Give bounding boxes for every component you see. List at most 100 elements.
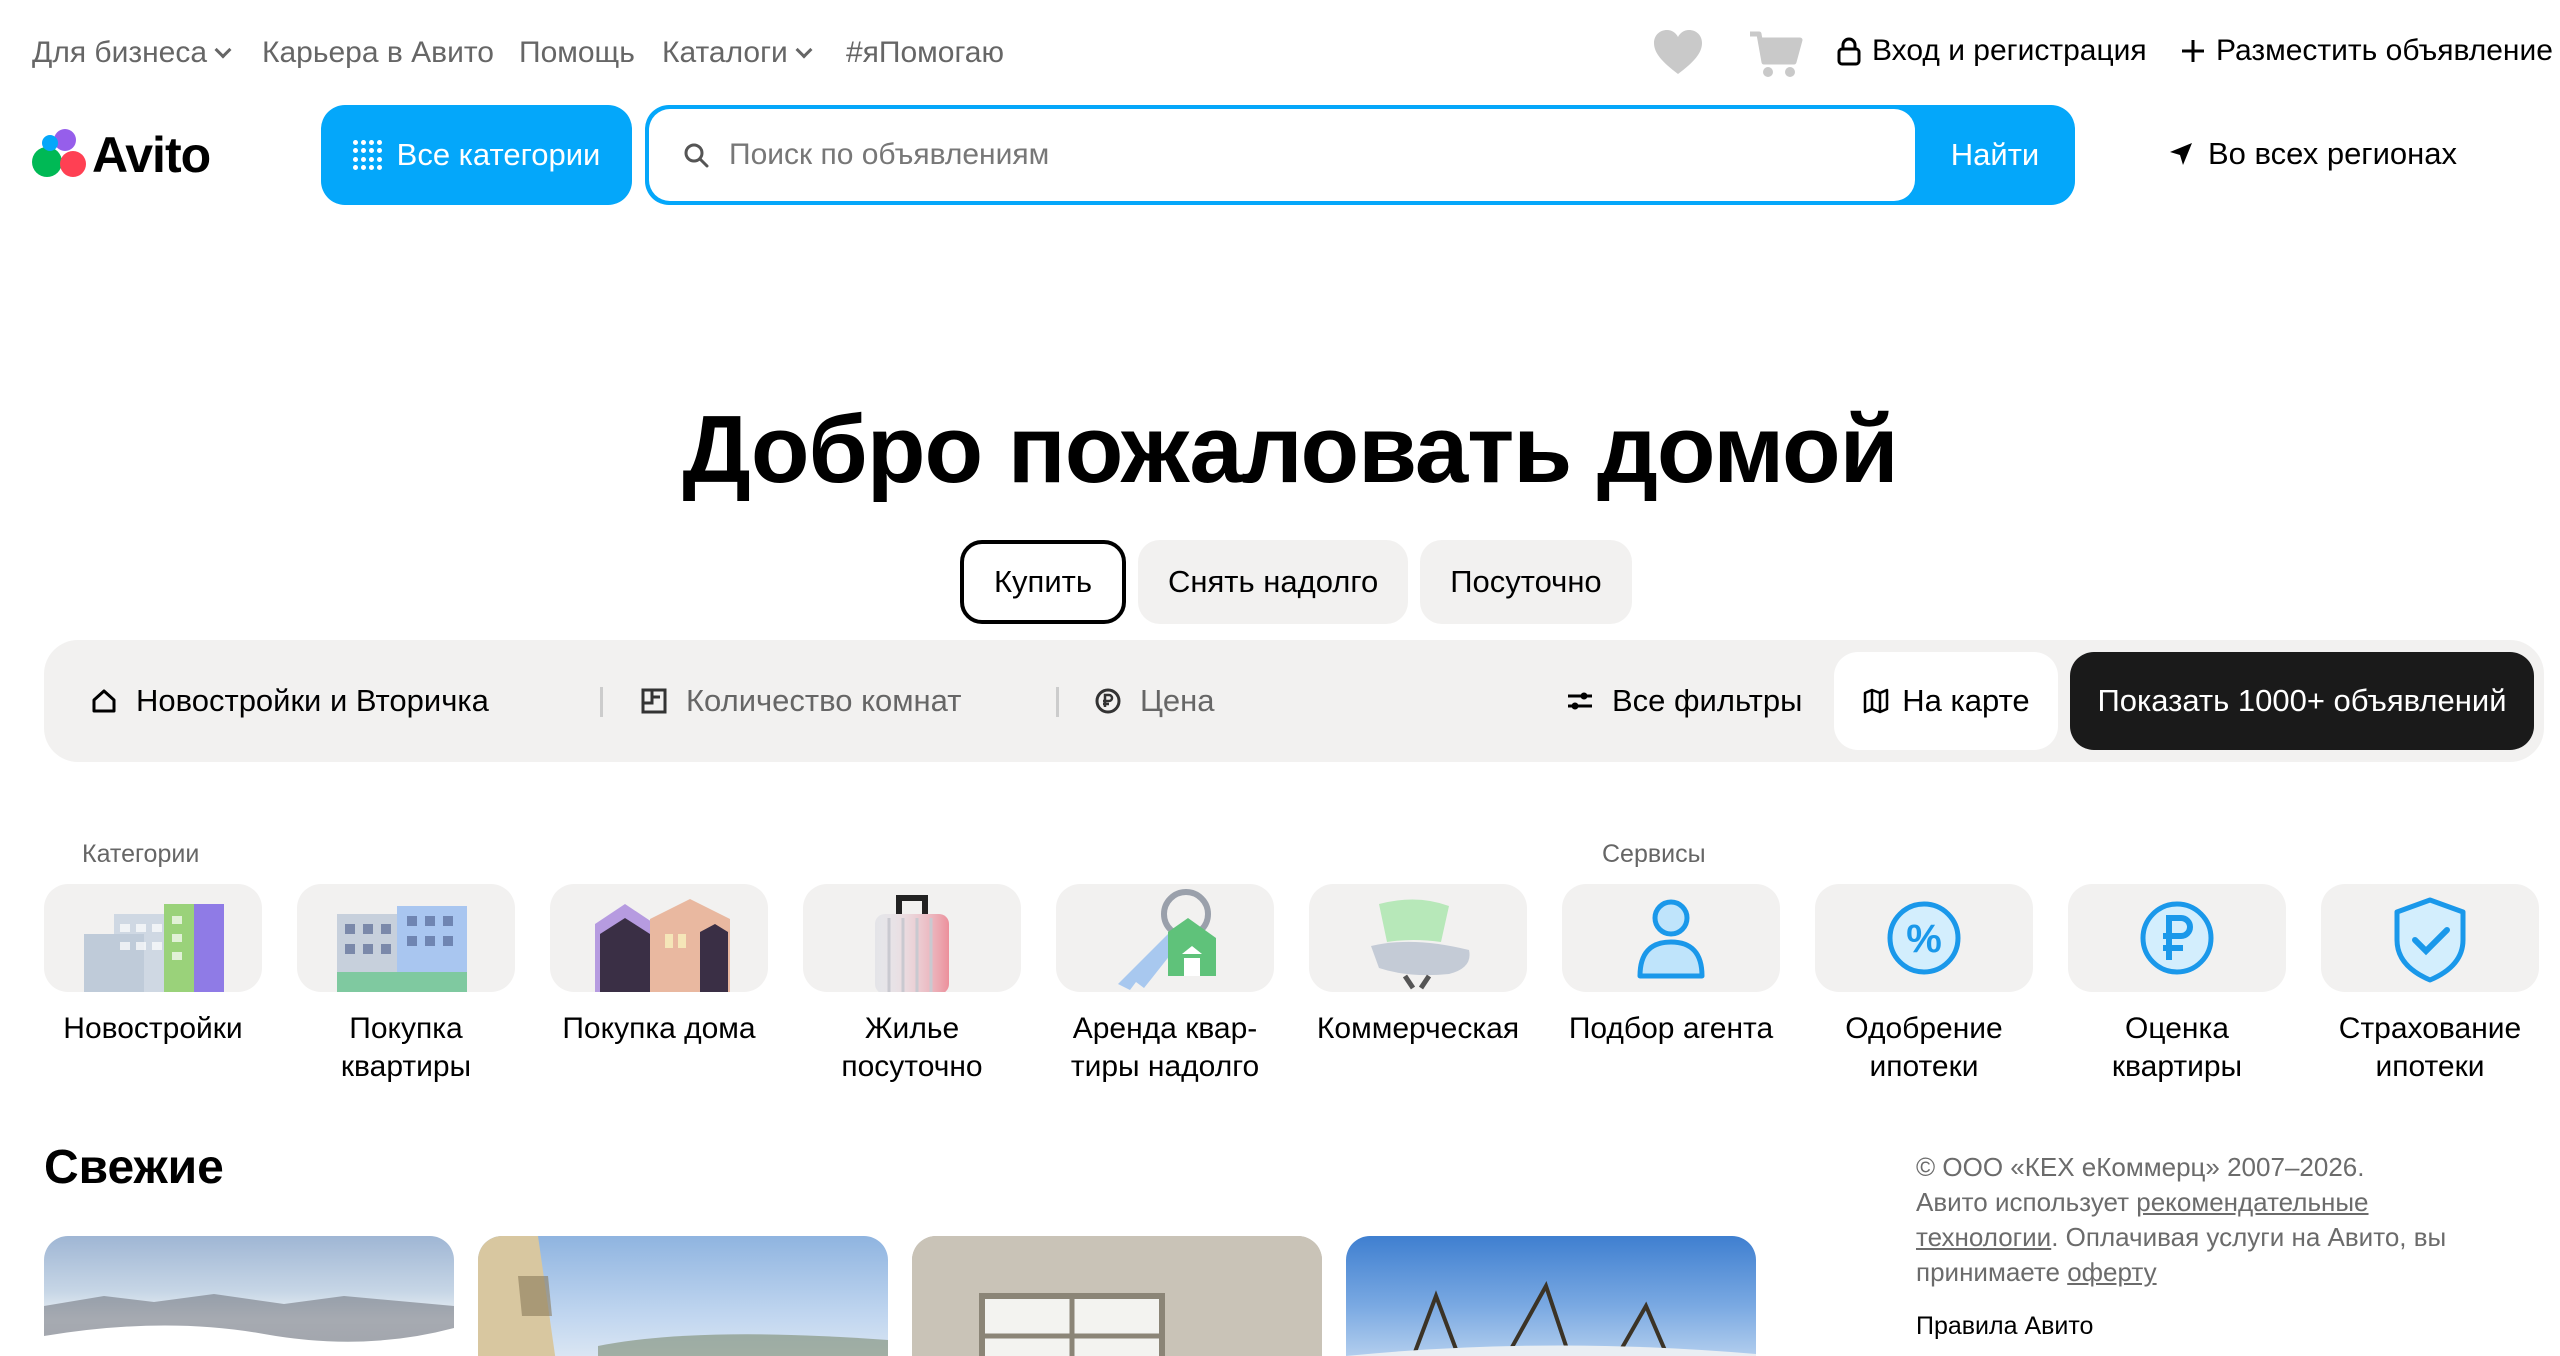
footer-legal-text: Авито использует рекомендательные технол… — [1916, 1187, 2447, 1287]
apartment-building-icon — [337, 906, 467, 992]
floorplan-icon — [641, 688, 667, 714]
services-heading: Сервисы — [1602, 840, 1706, 868]
all-categories-button[interactable]: Все категории — [321, 105, 632, 205]
service-apartment-valuation[interactable]: Оценка квартиры — [2068, 884, 2286, 1086]
suitcase-icon — [875, 895, 949, 992]
listing-card[interactable] — [1346, 1236, 1756, 1356]
category-tile — [803, 884, 1021, 992]
office-chair-icon — [1371, 899, 1470, 990]
category-buy-apartment[interactable]: Покупка квартиры — [297, 884, 515, 1086]
property-type-label: Новостройки и Вторичка — [136, 683, 489, 718]
map-label: На карте — [1902, 683, 2030, 718]
login-link[interactable]: Вход и регистрация — [1836, 34, 2147, 68]
login-label: Вход и регистрация — [1872, 34, 2147, 67]
service-tile — [1562, 884, 1780, 992]
search-icon — [684, 143, 709, 168]
home-icon — [92, 689, 116, 713]
career-link[interactable]: Карьера в Авито — [262, 36, 494, 70]
avito-logo[interactable]: Avito — [32, 126, 211, 184]
categories-heading: Категории — [82, 840, 200, 868]
all-filters-button[interactable]: Все фильтры — [1566, 640, 1802, 762]
service-label: Одобрение ипотеки — [1845, 1012, 2003, 1083]
service-agent-selection[interactable]: Подбор агента — [1562, 884, 1780, 1048]
helping-link[interactable]: #яПомогаю — [846, 36, 1004, 70]
service-label: Оценка квартиры — [2111, 1012, 2243, 1083]
category-tile — [1056, 884, 1274, 992]
help-label: Помощь — [519, 36, 635, 69]
rooms-label: Количество комнат — [686, 683, 962, 718]
person-icon — [1637, 899, 1705, 979]
rooms-select[interactable]: Количество комнат — [640, 640, 961, 762]
filter-bar: Новостройки и Вторичка Количество комнат… — [44, 640, 2544, 762]
helping-label: #яПомогаю — [846, 36, 1004, 69]
region-selector[interactable]: Во всех регионах — [2168, 136, 2457, 172]
tab-rent-daily[interactable]: Посуточно — [1420, 540, 1632, 624]
price-input[interactable]: Цена — [1094, 640, 1215, 762]
property-type-select[interactable]: Новостройки и Вторичка — [90, 640, 489, 762]
service-label: Страхование ипотеки — [2338, 1012, 2522, 1083]
help-link[interactable]: Помощь — [519, 36, 635, 70]
category-tile — [550, 884, 768, 992]
catalogs-link[interactable]: Каталоги — [662, 36, 813, 70]
service-label: Подбор агента — [1568, 1012, 1774, 1045]
category-new-buildings[interactable]: Новостройки — [44, 884, 262, 1048]
tab-buy[interactable]: Купить — [960, 540, 1127, 624]
search-bar: Найти — [645, 105, 2075, 205]
offer-link[interactable]: оферту — [2067, 1257, 2156, 1287]
logo-text: Avito — [92, 127, 211, 183]
category-label: Коммерческая — [1316, 1012, 1520, 1045]
category-label: Новостройки — [63, 1012, 243, 1045]
category-long-rent[interactable]: Аренда квар-тиры надолго — [1056, 884, 1274, 1086]
service-tile: % — [1815, 884, 2033, 992]
show-results-button[interactable]: Показать 1000+ объявлений — [2070, 652, 2534, 750]
category-tile — [297, 884, 515, 992]
new-building-icon — [84, 904, 224, 992]
business-label: Для бизнеса — [32, 36, 208, 69]
listing-photo — [44, 1294, 454, 1356]
chevron-down-icon — [795, 41, 813, 59]
all-filters-label: Все фильтры — [1612, 683, 1803, 718]
category-label: Жилье посуточно — [841, 1012, 983, 1083]
business-link[interactable]: Для бизнеса — [32, 36, 232, 70]
listing-card[interactable] — [912, 1236, 1322, 1356]
search-button[interactable]: Найти — [1915, 105, 2075, 205]
divider — [1056, 687, 1059, 717]
house-icon — [595, 899, 730, 992]
fresh-heading: Свежие — [44, 1141, 224, 1194]
divider — [600, 687, 603, 717]
map-button[interactable]: На карте — [1834, 652, 2058, 750]
category-commercial[interactable]: Коммерческая — [1309, 884, 1527, 1048]
sliders-icon — [1568, 692, 1592, 710]
listing-card[interactable] — [478, 1236, 888, 1356]
service-mortgage-approval[interactable]: % Одобрение ипотеки — [1815, 884, 2033, 1086]
all-categories-label: Все категории — [396, 137, 601, 172]
search-field — [649, 109, 1915, 201]
ruble-coin-icon — [2140, 901, 2214, 975]
service-mortgage-insurance[interactable]: Страхование ипотеки — [2321, 884, 2539, 1086]
listing-photo — [478, 1236, 888, 1356]
ruble-icon — [1095, 688, 1121, 714]
category-buy-house[interactable]: Покупка дома — [550, 884, 768, 1048]
service-tile — [2068, 884, 2286, 992]
tab-rent-long[interactable]: Снять надолго — [1138, 540, 1409, 624]
post-ad-label: Разместить объявление — [2216, 34, 2553, 67]
category-label: Покупка квартиры — [340, 1012, 472, 1083]
plus-icon — [2182, 40, 2204, 62]
heart-icon[interactable] — [1652, 28, 1704, 76]
top-nav: Для бизнеса Карьера в Авито Помощь Катал… — [0, 0, 2560, 110]
search-input[interactable] — [729, 138, 1829, 172]
service-tile — [2321, 884, 2539, 992]
percent-icon: % — [1887, 901, 1961, 975]
price-label: Цена — [1140, 683, 1215, 718]
listing-photo — [1346, 1281, 1756, 1356]
category-daily-rent[interactable]: Жилье посуточно — [803, 884, 1021, 1086]
cart-icon[interactable] — [1748, 28, 1804, 80]
lock-icon — [1837, 37, 1861, 66]
logo-dots-icon — [32, 129, 88, 181]
post-ad-link[interactable]: Разместить объявление — [2180, 34, 2553, 68]
grid-dots-icon — [352, 140, 383, 170]
listing-card[interactable] — [44, 1236, 454, 1356]
svg-text:%: % — [1906, 917, 1942, 961]
page-title: Добро пожаловать домой — [682, 396, 1898, 503]
rules-link[interactable]: Правила Авито — [1916, 1312, 2093, 1341]
